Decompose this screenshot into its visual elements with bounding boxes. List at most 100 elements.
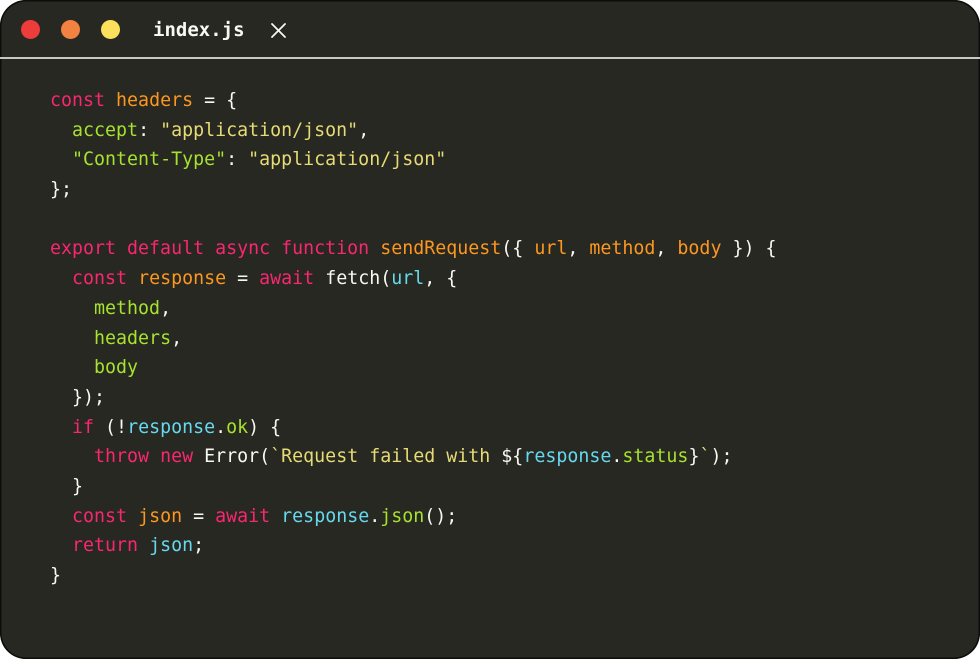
- code-token: (!: [94, 416, 128, 438]
- code-token: });: [50, 386, 106, 408]
- code-token: new: [160, 446, 194, 468]
- tab-title[interactable]: index.js: [153, 17, 245, 43]
- code-line: const response = await fetch(url, {: [50, 264, 776, 294]
- code-token: .: [611, 446, 623, 468]
- code-token: ,: [160, 297, 172, 319]
- code-line: accept: "application/json",: [50, 116, 776, 146]
- code-line: }: [50, 472, 776, 502]
- editor-window: index.js const headers = { accept: "appl…: [0, 0, 980, 659]
- code-token: }: [50, 475, 84, 497]
- code-token: headers: [94, 327, 172, 349]
- code-token: }: [50, 565, 62, 586]
- code-token: export default async function: [50, 238, 370, 260]
- code-token: ${: [501, 446, 524, 468]
- code-line: }: [50, 561, 776, 591]
- code-token: .: [215, 416, 227, 438]
- code-token: ,: [655, 238, 678, 260]
- code-token: "application/json": [160, 119, 359, 141]
- code-token: ,: [171, 327, 183, 349]
- code-token: };: [50, 179, 73, 201]
- code-token: response: [127, 416, 216, 438]
- minimize-window-button[interactable]: [61, 20, 80, 39]
- code-line: body: [50, 353, 776, 383]
- code-token: response: [138, 268, 227, 290]
- code-token: :: [138, 119, 161, 141]
- code-token: await: [259, 268, 315, 290]
- code-line: return json;: [50, 531, 776, 561]
- code-token: const: [50, 90, 106, 111]
- code-token: "application/json": [248, 149, 447, 171]
- code-token: ();: [424, 505, 458, 527]
- close-window-button[interactable]: [21, 20, 40, 39]
- code-token: , {: [424, 268, 458, 290]
- close-tab-icon[interactable]: [270, 22, 287, 39]
- code-token: ({: [501, 238, 535, 260]
- code-token: ,: [358, 119, 370, 141]
- code-token: json: [380, 505, 425, 527]
- code-token: throw: [94, 446, 150, 468]
- code-token: url: [391, 268, 425, 290]
- code-token: method: [94, 297, 161, 319]
- code-line: });: [50, 383, 776, 413]
- code-token: `: [699, 446, 711, 468]
- code-token: sendRequest: [380, 238, 502, 260]
- code-token: method: [589, 238, 656, 260]
- code-token: headers: [116, 90, 194, 111]
- maximize-window-button[interactable]: [101, 20, 120, 39]
- code-line: const headers = {: [50, 86, 776, 116]
- code-token: if: [72, 416, 95, 438]
- code-line: if (!response.ok) {: [50, 413, 776, 443]
- code-token: :: [226, 149, 249, 171]
- code-line: throw new Error(`Request failed with ${r…: [50, 442, 776, 472]
- code-token: `Request failed with: [270, 446, 502, 468]
- code-token: body: [94, 357, 139, 379]
- title-bar: index.js: [0, 0, 980, 59]
- code-token: =: [226, 268, 260, 290]
- code-token: response: [281, 505, 370, 527]
- code-line: headers,: [50, 324, 776, 354]
- code-token: const: [72, 505, 128, 527]
- code-token: json: [149, 535, 194, 557]
- code-token: status: [622, 446, 689, 468]
- code-token: ;: [193, 535, 205, 557]
- code-token: ,: [567, 238, 590, 260]
- code-token: }) {: [721, 238, 777, 260]
- code-line: const json = await response.json();: [50, 502, 776, 532]
- code-token: Error(: [193, 446, 271, 468]
- code-token: const: [72, 268, 128, 290]
- code-token: );: [710, 446, 733, 468]
- code-token: .: [369, 505, 381, 527]
- code-token: }: [688, 446, 700, 468]
- code-editor[interactable]: const headers = { accept: "application/j…: [50, 86, 776, 591]
- code-token: url: [534, 238, 568, 260]
- code-token: json: [138, 505, 183, 527]
- code-token: accept: [72, 119, 139, 141]
- code-line: export default async function sendReques…: [50, 234, 776, 264]
- code-token: response: [523, 446, 612, 468]
- code-line: method,: [50, 294, 776, 324]
- code-line: };: [50, 175, 776, 205]
- code-token: return: [72, 535, 139, 557]
- code-token: ok: [226, 416, 249, 438]
- code-token: ) {: [248, 416, 282, 438]
- code-token: await: [215, 505, 271, 527]
- code-token: =: [182, 505, 216, 527]
- code-token: "Content-Type": [72, 149, 227, 171]
- code-token: = {: [193, 90, 238, 111]
